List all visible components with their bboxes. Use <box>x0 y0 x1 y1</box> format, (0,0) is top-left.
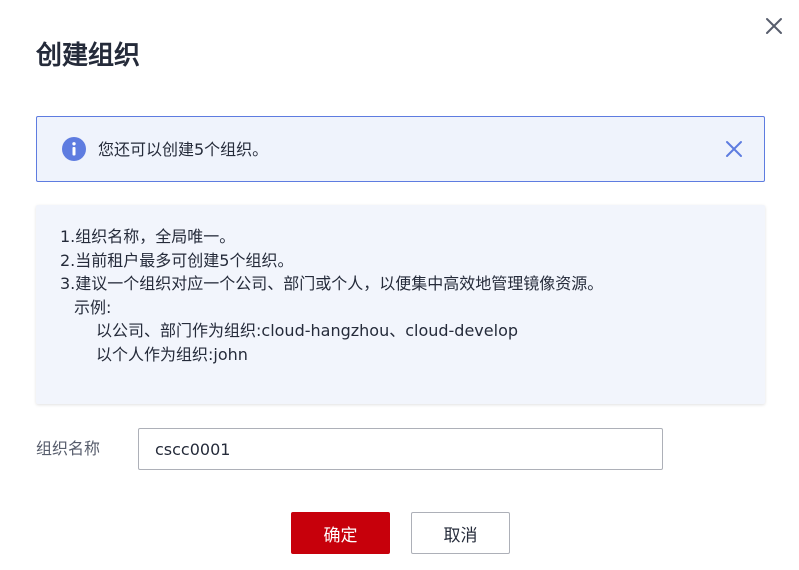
note-line: 3.建议一个组织对应一个公司、部门或个人，以便集中高效地管理镜像资源。 <box>60 274 604 293</box>
dialog-close-icon[interactable] <box>762 14 786 38</box>
example-line: 以个人作为组织:john <box>96 344 248 364</box>
cancel-button[interactable]: 取消 <box>411 512 510 554</box>
org-name-input[interactable] <box>138 428 663 470</box>
org-name-label: 组织名称 <box>36 439 101 458</box>
confirm-button[interactable]: 确定 <box>291 512 390 554</box>
alert-close-icon[interactable] <box>723 138 745 160</box>
notes-panel: 1.组织名称，全局唯一。 2.当前租户最多可创建5个组织。 3.建议一个组织对应… <box>36 205 765 404</box>
example-line: 以公司、部门作为组织:cloud-hangzhou、cloud-develop <box>96 321 519 340</box>
note-line: 1.组织名称，全局唯一。 <box>60 227 236 246</box>
info-alert: 您还可以创建5个组织。 <box>36 116 765 182</box>
alert-message: 您还可以创建5个组织。 <box>98 140 269 159</box>
note-line: 2.当前租户最多可创建5个组织。 <box>60 250 294 270</box>
dialog-title: 创建组织 <box>36 41 141 71</box>
info-icon <box>62 137 86 161</box>
create-organization-dialog: 创建组织 您还可以创建5个组织。 1.组织名称，全局唯一。 2.当前租户最多可创… <box>0 0 799 570</box>
example-heading: 示例: <box>74 297 112 317</box>
